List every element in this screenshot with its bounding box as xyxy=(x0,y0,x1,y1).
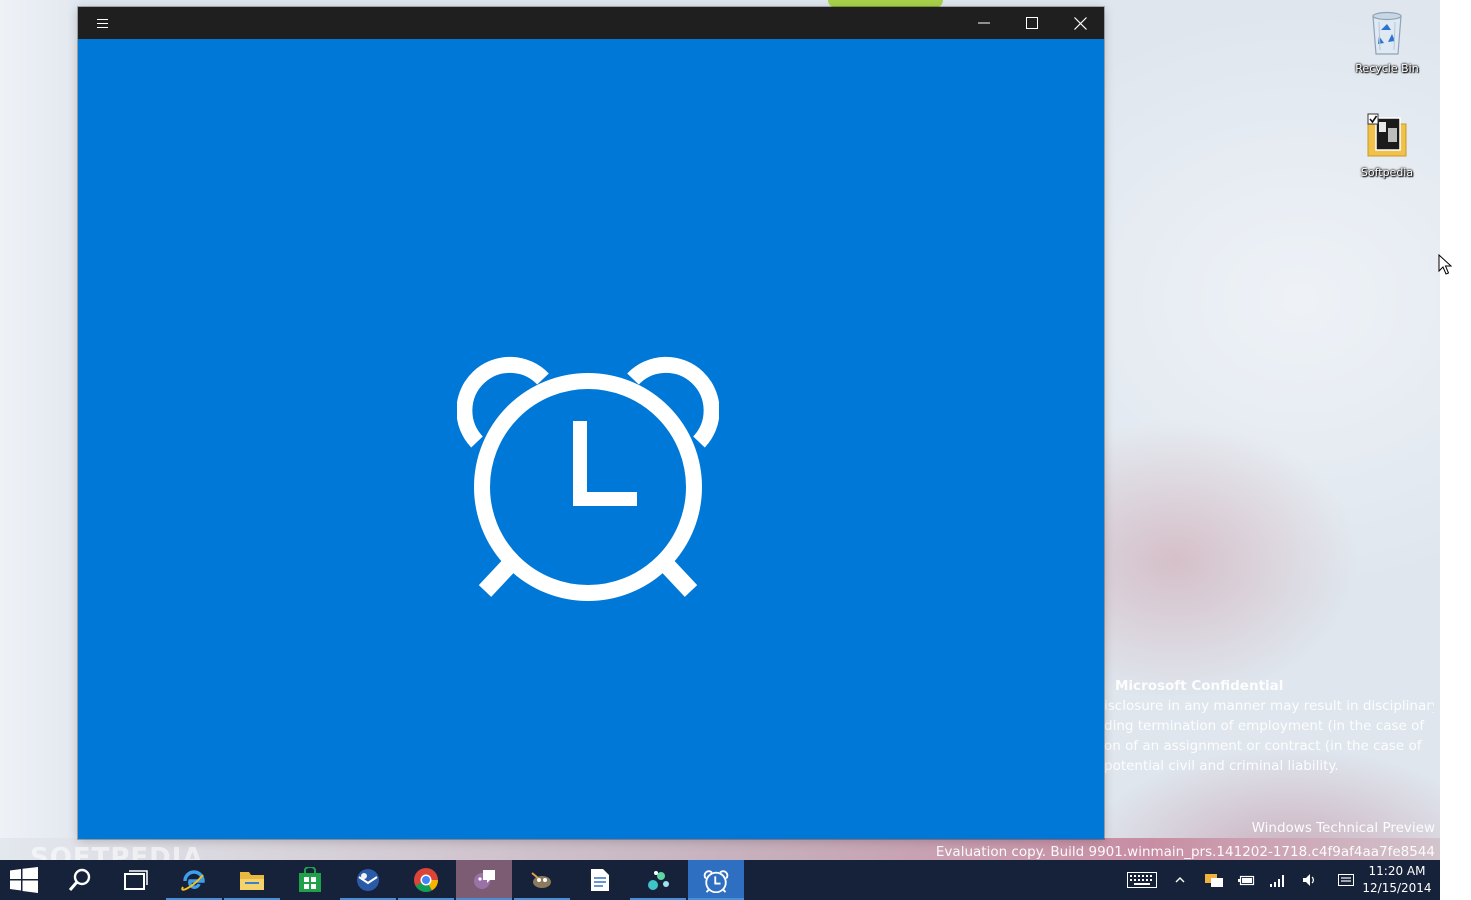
taskbar-chrome[interactable] xyxy=(398,860,454,900)
taskbar-document[interactable] xyxy=(572,860,628,900)
minimize-button[interactable] xyxy=(960,7,1008,39)
screen-gutter xyxy=(1440,0,1471,900)
search-icon xyxy=(68,868,91,891)
taskbar-paint-app[interactable] xyxy=(630,860,686,900)
hamburger-menu-icon[interactable] xyxy=(90,15,114,31)
close-icon xyxy=(1073,16,1087,30)
taskbar-file-explorer[interactable] xyxy=(224,860,280,900)
alarms-app-window xyxy=(78,7,1104,839)
mail-icon xyxy=(357,869,379,891)
windows-logo-icon xyxy=(10,867,38,893)
watermark-line: ding termination of employment (in the c… xyxy=(1104,718,1425,734)
alarm-clock-icon xyxy=(457,356,719,601)
close-button[interactable] xyxy=(1056,7,1104,39)
taskbar-internet-explorer[interactable] xyxy=(166,860,222,900)
start-button[interactable] xyxy=(0,860,48,900)
watermark-title: Microsoft Confidential xyxy=(1115,678,1284,694)
taskbar-store[interactable] xyxy=(282,860,338,900)
chrome-icon xyxy=(414,868,438,893)
folder-icon xyxy=(1367,113,1407,157)
internet-explorer-icon xyxy=(181,870,205,891)
paint-icon xyxy=(648,871,669,890)
watermark-line: isclosure in any manner may result in di… xyxy=(1104,698,1434,714)
tray-battery[interactable] xyxy=(1237,870,1257,890)
tray-volume[interactable] xyxy=(1300,870,1320,890)
desktop-wallpaper-left xyxy=(0,0,79,860)
taskbar-chat-app[interactable] xyxy=(456,860,512,900)
chevron-up-icon xyxy=(1175,877,1185,883)
network-signal-icon xyxy=(1270,875,1284,887)
maximize-icon xyxy=(1026,17,1038,29)
watermark-line: on of an assignment or contract (in the … xyxy=(1104,738,1422,754)
taskbar-gimp[interactable] xyxy=(514,860,570,900)
confidential-watermark: Microsoft Confidential isclosure in any … xyxy=(1104,676,1434,776)
desktop-icon-label: Softpedia xyxy=(1360,166,1414,179)
document-icon xyxy=(591,869,609,891)
tray-clock[interactable]: 11:20 AM 12/15/2014 xyxy=(1360,863,1434,897)
messages-icon xyxy=(1205,874,1223,887)
task-view-icon xyxy=(124,870,148,890)
tray-network[interactable] xyxy=(1268,870,1288,890)
alarm-clock-icon xyxy=(703,870,729,893)
minimize-icon xyxy=(978,22,990,24)
desktop-icon-label: Recycle Bin xyxy=(1355,62,1419,75)
search-button[interactable] xyxy=(52,860,108,900)
window-controls xyxy=(960,7,1104,39)
clock-time: 11:20 AM xyxy=(1368,864,1426,878)
tray-messages[interactable] xyxy=(1204,870,1224,890)
battery-icon xyxy=(1238,875,1255,886)
task-view-button[interactable] xyxy=(108,860,164,900)
splash-screen xyxy=(78,39,1104,839)
store-icon xyxy=(299,867,321,892)
desktop-icon-softpedia[interactable]: Softpedia xyxy=(1347,112,1427,179)
keyboard-icon xyxy=(1127,872,1157,888)
tray-action-center[interactable] xyxy=(1336,870,1356,890)
volume-icon xyxy=(1303,874,1314,886)
taskbar: 11:20 AM 12/15/2014 xyxy=(0,860,1440,900)
recycle-bin-icon xyxy=(1372,11,1402,55)
taskbar-alarms[interactable] xyxy=(688,860,744,900)
chat-icon xyxy=(474,870,495,889)
maximize-button[interactable] xyxy=(1008,7,1056,39)
watermark-line: potential civil and criminal liability. xyxy=(1104,758,1339,774)
touch-keyboard-button[interactable] xyxy=(1126,870,1158,890)
notification-icon xyxy=(1338,874,1354,886)
window-titlebar[interactable] xyxy=(78,7,1104,39)
clock-date: 12/15/2014 xyxy=(1362,881,1432,895)
taskbar-mail[interactable] xyxy=(340,860,396,900)
mouse-cursor-icon xyxy=(1438,254,1452,275)
desktop-icon-recycle-bin[interactable]: Recycle Bin xyxy=(1347,8,1427,75)
gimp-icon xyxy=(531,872,551,888)
show-hidden-icons-button[interactable] xyxy=(1172,870,1188,890)
file-explorer-icon xyxy=(240,872,264,890)
